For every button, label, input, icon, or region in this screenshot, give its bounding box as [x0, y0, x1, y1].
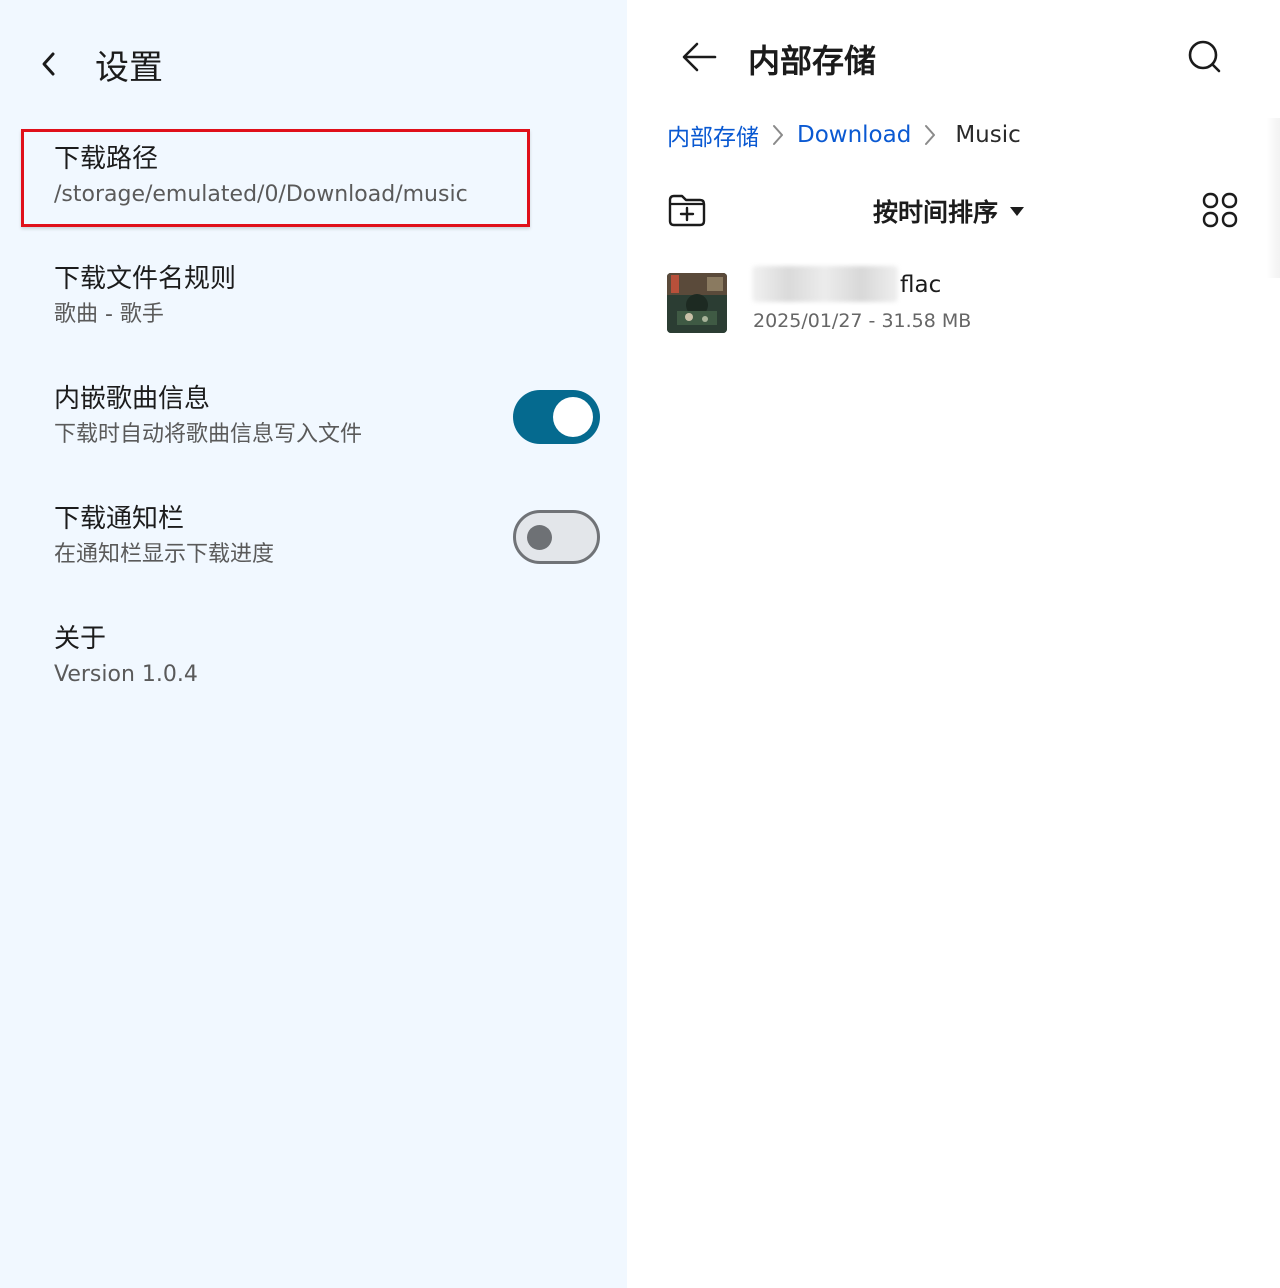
page-title: 设置 [95, 48, 163, 88]
embed-info-toggle[interactable] [513, 390, 600, 444]
breadcrumb-item-download[interactable]: Download [797, 122, 911, 148]
settings-pane: 设置 下载路径 /storage/emulated/0/Download/mus… [0, 0, 627, 1288]
file-list-item[interactable]: flac 2025/01/27 - 31.58 MB [667, 266, 1247, 338]
file-name-suffix: flac [900, 272, 942, 298]
chevron-right-icon [925, 125, 936, 145]
grid-view-icon [1202, 192, 1238, 228]
setting-label: 下载文件名规则 [54, 264, 237, 294]
setting-filename-rule[interactable]: 下载文件名规则 歌曲 - 歌手 [54, 261, 614, 331]
album-art-thumbnail [667, 273, 727, 333]
back-chevron-icon [42, 52, 55, 76]
search-icon [1188, 40, 1221, 73]
setting-label: 关于 [54, 624, 107, 654]
notification-toggle[interactable] [513, 510, 600, 564]
new-folder-icon [668, 194, 706, 227]
breadcrumb-item-internal-storage[interactable]: 内部存储 [667, 118, 759, 152]
setting-value: 歌曲 - 歌手 [54, 302, 164, 327]
grid-view-button[interactable] [1202, 192, 1238, 228]
blurred-filename [752, 266, 898, 302]
sort-label: 按时间排序 [873, 198, 999, 227]
file-browser-pane: 内部存储 内部存储 Download Music 按时间排序 flac 2025… [627, 0, 1280, 1288]
caret-down-icon [1010, 206, 1025, 216]
back-button[interactable] [679, 38, 719, 76]
new-folder-button[interactable] [667, 192, 707, 228]
back-button[interactable] [34, 48, 62, 80]
toggle-knob [527, 525, 552, 550]
setting-about[interactable]: 关于 Version 1.0.4 [54, 621, 614, 691]
highlight-box [21, 129, 530, 227]
file-meta: 2025/01/27 - 31.58 MB [753, 310, 972, 332]
version-text: Version 1.0.4 [54, 662, 198, 687]
breadcrumb: 内部存储 Download Music [667, 117, 1021, 153]
chevron-right-icon [773, 125, 783, 145]
sort-dropdown[interactable]: 按时间排序 [873, 193, 1025, 229]
arrow-left-icon [682, 42, 717, 72]
toggle-knob [553, 397, 593, 437]
page-title: 内部存储 [748, 42, 877, 80]
setting-value: 下载时自动将歌曲信息写入文件 [54, 422, 363, 447]
setting-embed-info: 内嵌歌曲信息 下载时自动将歌曲信息写入文件 [54, 381, 494, 451]
edge-shadow [1266, 118, 1280, 278]
search-button[interactable] [1185, 37, 1225, 77]
setting-label: 下载通知栏 [54, 504, 185, 534]
breadcrumb-item-music: Music [955, 122, 1021, 148]
setting-label: 内嵌歌曲信息 [54, 384, 211, 414]
setting-value: 在通知栏显示下载进度 [54, 542, 275, 567]
setting-notification: 下载通知栏 在通知栏显示下载进度 [54, 501, 494, 571]
